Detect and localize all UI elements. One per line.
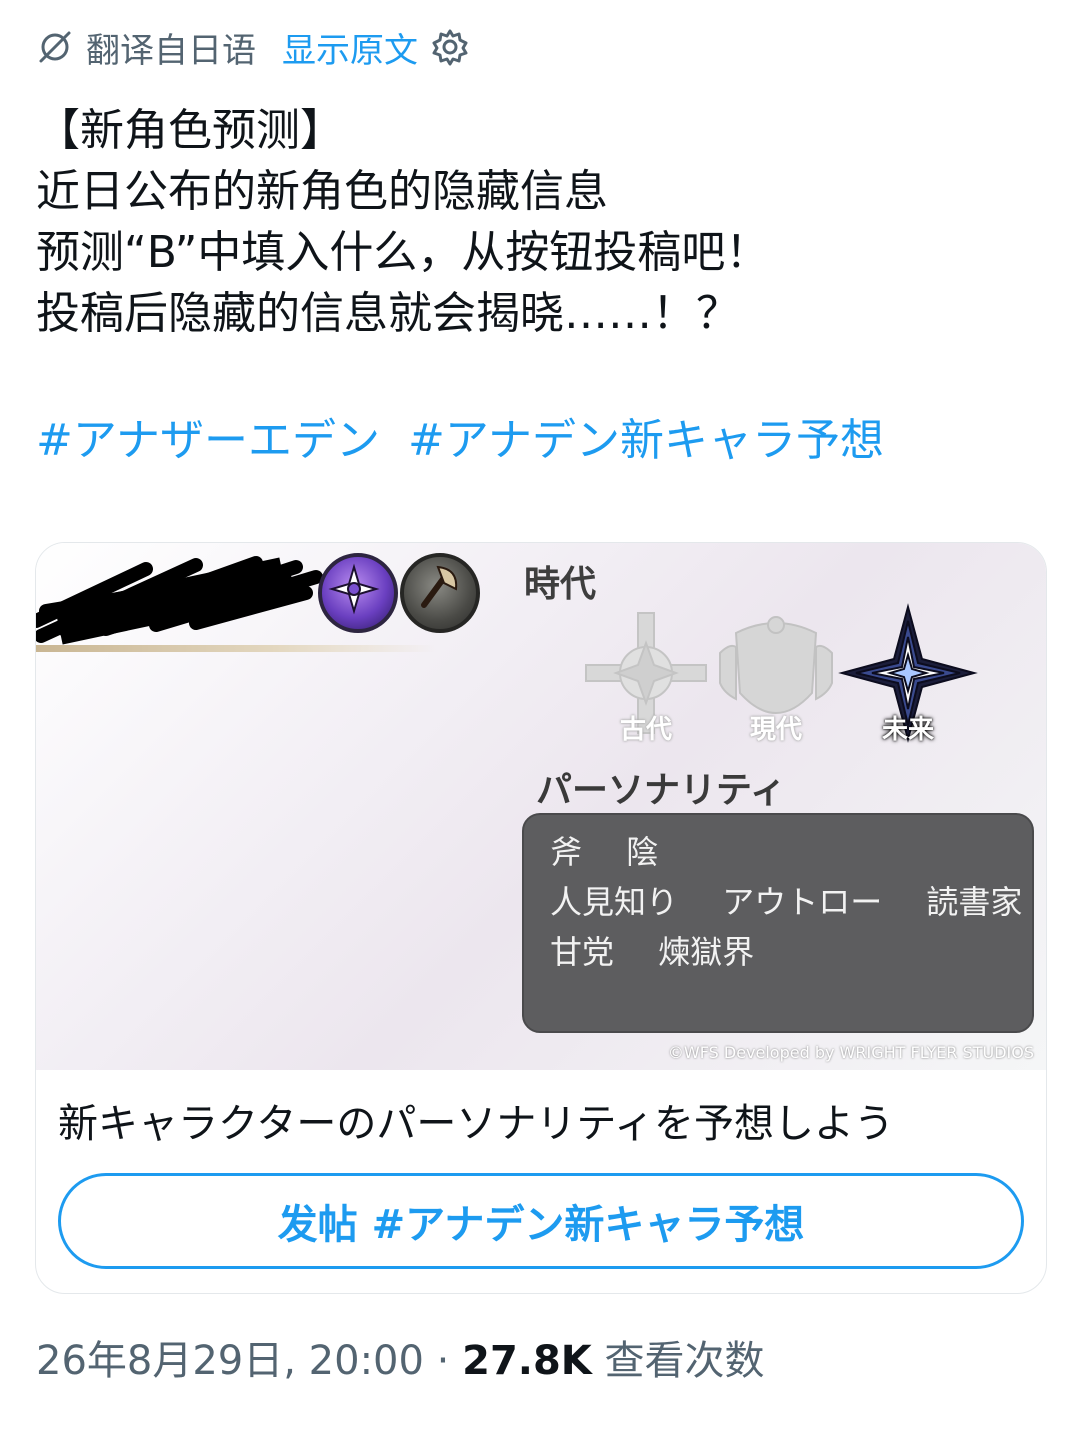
tweet-line: 近日公布的新角色的隐藏信息 [36, 166, 608, 217]
hashtag-link[interactable]: #アナデン新キャラ予想 [408, 415, 884, 466]
translate-icon [36, 28, 74, 66]
axe-weapon-icon [400, 553, 480, 633]
personality-tag: 煉獄界 [658, 933, 755, 971]
era-label-future: 未来 [881, 715, 934, 745]
tweet-line: 投稿后隐藏的信息就会揭晓……！？ [36, 288, 740, 339]
redacted-scribble [36, 556, 323, 645]
post-hashtag-button[interactable]: 发帖 #アナデン新キャラ予想 [58, 1173, 1024, 1269]
personality-row: 甘党 煉獄界 [550, 927, 1006, 977]
personality-tag: アウトロー [722, 883, 883, 921]
era-title: 時代 [524, 563, 597, 605]
tweet-line: 预测“B”中填入什么，从按钮投稿吧！ [36, 227, 770, 278]
personality-tag: 人見知り [550, 883, 679, 921]
personality-tag: 甘党 [550, 933, 615, 971]
era-label-ancient: 古代 [619, 715, 672, 745]
personality-tag: 読書家 [926, 883, 1023, 921]
personality-title: パーソナリティ [536, 769, 786, 811]
personality-box: 斧 陰 人見知り アウトロー 読書家 甘党 煉獄界 [522, 813, 1034, 1033]
views-count[interactable]: 27.8K [462, 1338, 592, 1384]
tweet-line: 【新角色预测】 [36, 105, 344, 156]
era-label-present: 現代 [749, 715, 802, 745]
personality-row: 斧 陰 [550, 827, 1006, 877]
card-image[interactable]: 時代 古代 現代 未来 パーソナリティ 斧 陰 人見知り アウトロー 読書家 甘… [36, 543, 1046, 1070]
divider [36, 645, 436, 652]
translated-from-label: 翻译自日语 [86, 30, 256, 71]
hashtags: #アナザーエデン #アナデン新キャラ予想 [36, 410, 898, 471]
card-title[interactable]: 新キャラクターのパーソナリティを予想しよう [58, 1091, 894, 1149]
separator: · [436, 1338, 450, 1384]
element-badge-icon [318, 553, 398, 633]
gear-icon[interactable] [430, 27, 470, 67]
tweet-text: 【新角色预测】 近日公布的新角色的隐藏信息 预测“B”中填入什么，从按钮投稿吧！… [36, 100, 1046, 344]
hashtag-link[interactable]: #アナザーエデン [36, 415, 380, 466]
show-original-link[interactable]: 显示原文 [282, 23, 418, 72]
copyright-text: ©WFS Developed by WRIGHT FLYER STUDIOS [667, 1043, 1034, 1062]
personality-tag: 斧 [550, 833, 583, 871]
personality-row: 人見知り アウトロー 読書家 [550, 877, 1022, 927]
translation-bar: 翻译自日语 显示原文 [36, 22, 470, 72]
views-label: 查看次数 [604, 1338, 765, 1384]
personality-tag: 陰 [626, 833, 659, 871]
link-card[interactable]: 時代 古代 現代 未来 パーソナリティ 斧 陰 人見知り アウトロー 読書家 甘… [35, 542, 1047, 1294]
tweet-meta: 26年8月29日, 20:00 · 27.8K 查看次数 [36, 1328, 765, 1386]
timestamp[interactable]: 26年8月29日, 20:00 [36, 1338, 424, 1384]
